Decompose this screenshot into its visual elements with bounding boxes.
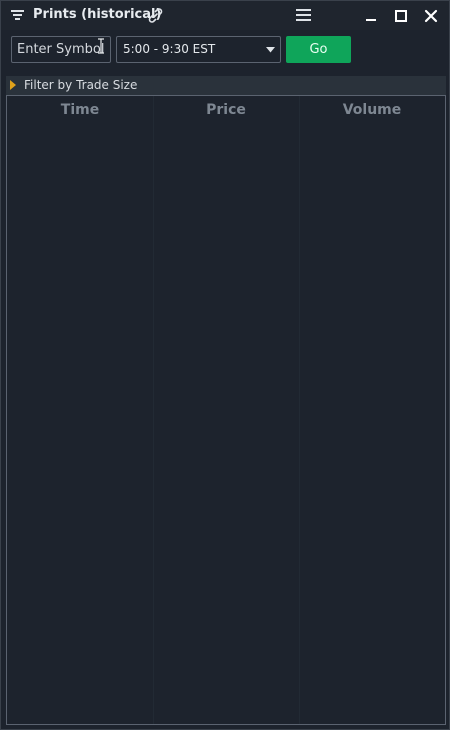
expand-arrow-icon [10,80,16,90]
prints-table[interactable]: Time Price Volume [6,95,446,725]
window-title: Prints (historical) [33,7,162,22]
symbol-input[interactable] [11,36,111,63]
column-header-price[interactable]: Price [153,102,299,118]
hamburger-menu-icon[interactable] [295,8,312,22]
column-divider [299,96,300,724]
column-header-volume[interactable]: Volume [299,102,445,118]
go-button[interactable]: Go [286,36,351,63]
column-header-time[interactable]: Time [7,102,153,118]
title-bar[interactable]: Prints (historical) [1,1,449,30]
minimize-icon[interactable] [363,8,379,24]
chevron-down-icon [266,47,275,53]
close-icon[interactable] [423,8,439,24]
table-header: Time Price Volume [7,96,445,124]
filter-icon [11,10,24,20]
column-divider [153,96,154,724]
link-icon[interactable] [147,7,164,24]
time-range-select[interactable]: 5:00 - 9:30 EST [116,36,281,63]
filter-label: Filter by Trade Size [24,78,138,92]
time-range-value: 5:00 - 9:30 EST [123,42,216,56]
prints-window: Prints (historical) 5:00 - 9:30 EST [0,0,450,730]
filter-trade-size-toggle[interactable]: Filter by Trade Size [6,76,446,95]
maximize-icon[interactable] [393,8,409,24]
